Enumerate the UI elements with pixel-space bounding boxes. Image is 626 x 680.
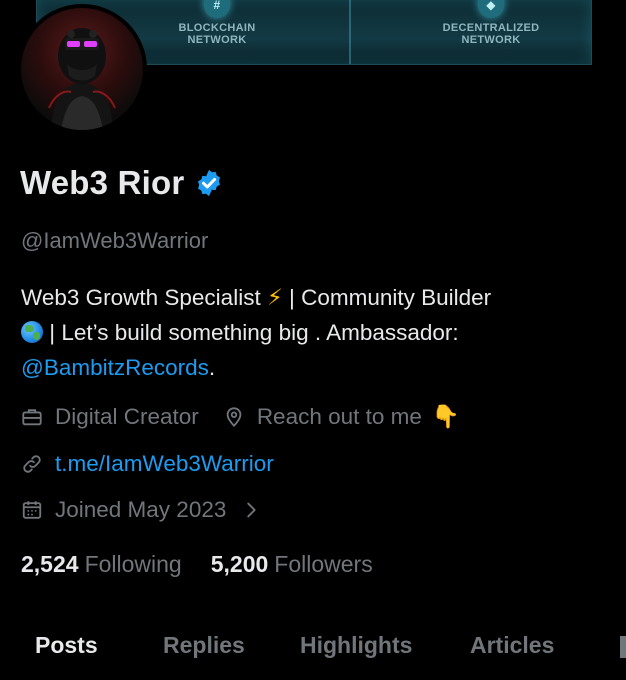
profile-joined-date: Joined May 2023: [55, 497, 227, 522]
tab-highlights[interactable]: Highlights: [300, 632, 412, 659]
globe-icon: [21, 321, 43, 343]
banner-tile-decentralized: ◆ DECENTRALIZED NETWORK: [411, 0, 571, 46]
bio-line-3: @BambitzRecords.: [21, 350, 611, 385]
banner-divider: [349, 0, 351, 64]
briefcase-icon: [22, 409, 42, 426]
profile-joined-row[interactable]: Joined May 2023: [21, 497, 262, 523]
tab-articles[interactable]: Articles: [470, 632, 554, 659]
following-count: 2,524: [21, 551, 79, 577]
tab-overflow-edge: [620, 636, 626, 658]
bio-mention-link[interactable]: @BambitzRecords: [21, 355, 209, 380]
bio-text: | Community Builder: [282, 285, 492, 310]
banner-tile-line1: DECENTRALIZED: [442, 22, 540, 34]
followers-label: Followers: [274, 551, 373, 577]
following-stat[interactable]: 2,524 Following: [21, 551, 182, 578]
profile-website-link[interactable]: t.me/IamWeb3Warrior: [55, 451, 274, 477]
profile-tabs: Posts Replies Highlights Articles: [0, 628, 626, 680]
banner-tile-line1: BLOCKCHAIN: [178, 22, 256, 34]
avatar[interactable]: [17, 4, 147, 134]
shield-icon: ◆: [478, 0, 504, 18]
tab-replies[interactable]: Replies: [163, 632, 245, 659]
profile-location: Reach out to me: [256, 404, 422, 429]
followers-stat[interactable]: 5,200 Followers: [211, 551, 373, 578]
profile-name: Web3 Rior: [20, 164, 185, 201]
bio-text: Web3 Growth Specialist: [21, 285, 267, 310]
lightning-icon: ⚡: [266, 285, 283, 310]
hash-icon: #: [204, 0, 230, 18]
profile-website-row: t.me/IamWeb3Warrior: [21, 451, 274, 477]
verified-badge-icon[interactable]: [194, 168, 224, 198]
profile-stats: 2,524 Following 5,200 Followers: [21, 551, 402, 578]
pointing-down-icon: 👇: [431, 404, 460, 429]
warrior-avatar-image: [48, 28, 116, 130]
bio-text: | Let’s build something big . Ambassador…: [43, 320, 459, 345]
profile-bio: Web3 Growth Specialist ⚡ | Community Bui…: [21, 280, 611, 385]
bio-line-1: Web3 Growth Specialist ⚡ | Community Bui…: [21, 280, 611, 315]
bio-text: .: [208, 355, 216, 380]
chevron-right-icon: [247, 502, 256, 518]
profile-meta-row: Digital Creator Reach out to me 👇: [21, 404, 460, 430]
following-label: Following: [84, 551, 182, 577]
profile-category: Digital Creator: [55, 404, 199, 429]
followers-count: 5,200: [210, 551, 269, 577]
banner-tile-blockchain: # BLOCKCHAIN NETWORK: [137, 0, 297, 46]
banner-tile-line2: NETWORK: [187, 34, 247, 46]
profile-handle: @IamWeb3Warrior: [21, 228, 209, 253]
banner-tile-line2: NETWORK: [461, 34, 521, 46]
link-icon: [23, 455, 41, 473]
bio-line-2: | Let’s build something big . Ambassador…: [21, 315, 611, 350]
location-pin-icon: [226, 407, 242, 428]
tab-posts[interactable]: Posts: [35, 632, 98, 659]
calendar-icon: [22, 501, 42, 519]
profile-name-row: Web3 Rior: [20, 164, 224, 202]
